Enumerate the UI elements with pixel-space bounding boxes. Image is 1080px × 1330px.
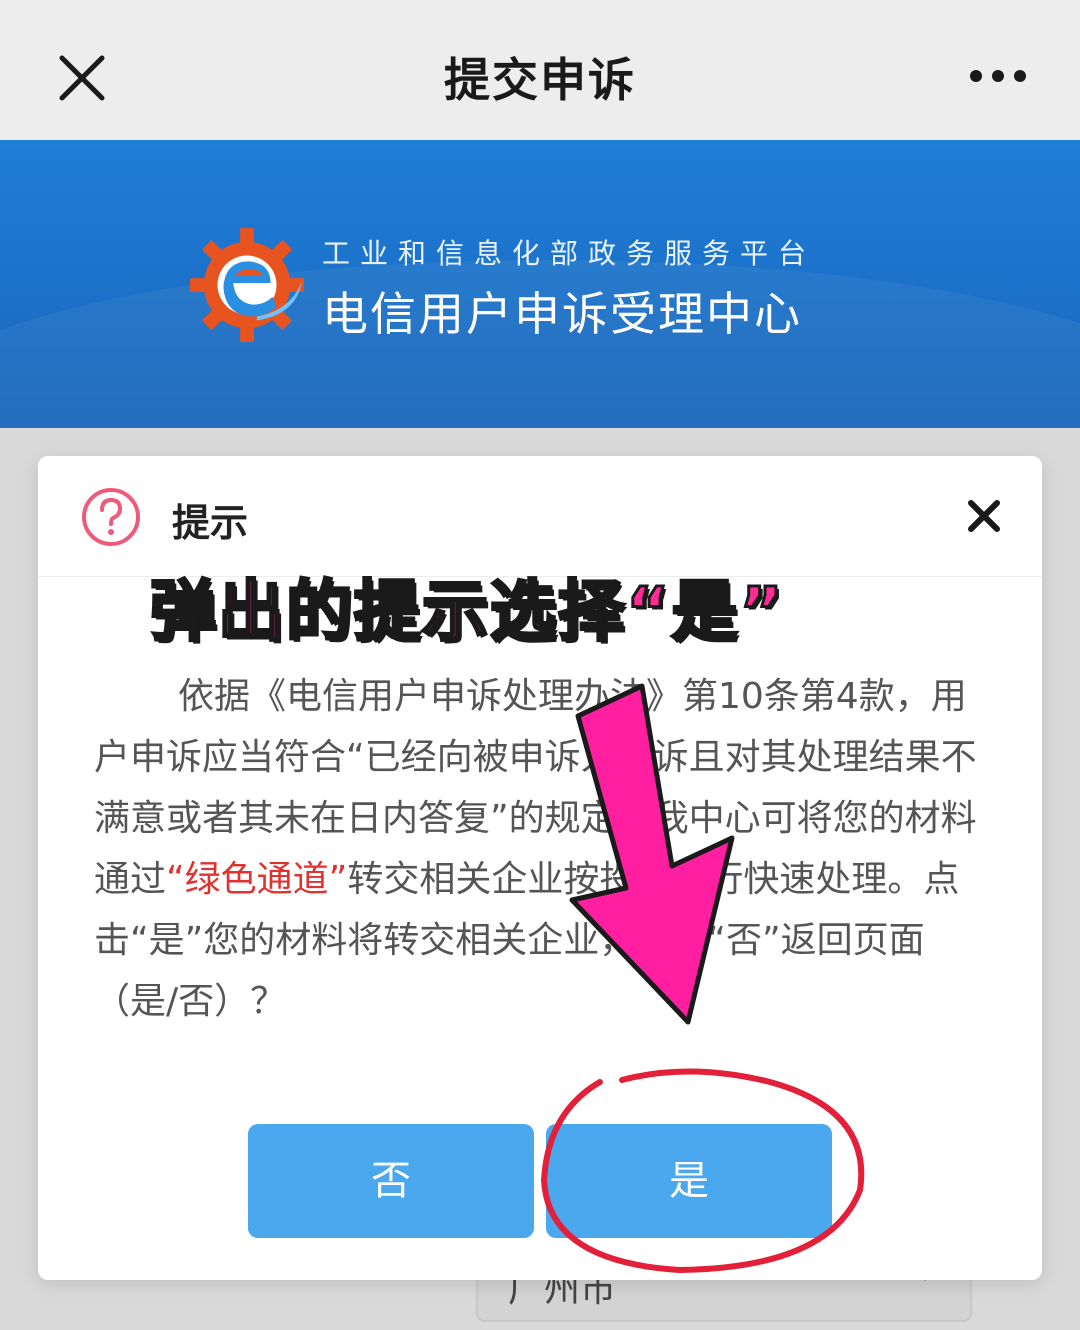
dialog-message: 依据《电信用户申诉处理办法》第10条第4款，用户申诉应当符合“已经向被申诉人投诉…: [94, 666, 994, 1032]
dialog-title: 提示: [172, 501, 249, 545]
header-banner: 工业和信息化部政务服务平台 电信用户申诉受理中心: [0, 140, 1080, 428]
yes-button[interactable]: 是: [546, 1124, 832, 1238]
no-button[interactable]: 否: [248, 1124, 534, 1238]
more-icon[interactable]: [966, 64, 1030, 88]
top-nav-bar: 提交申诉: [0, 0, 1080, 140]
page-title: 提交申诉: [444, 53, 636, 107]
platform-name: 工业和信息化部政务服务平台: [322, 237, 817, 270]
center-name: 电信用户申诉受理中心: [322, 287, 802, 341]
gear-e-logo-icon: [189, 227, 305, 343]
question-circle-icon: [82, 488, 140, 546]
green-channel-highlight: “绿色通道”: [166, 859, 348, 900]
annotation-instruction: 弹出的提示选择“是”: [149, 572, 785, 652]
close-icon[interactable]: [966, 498, 1002, 534]
